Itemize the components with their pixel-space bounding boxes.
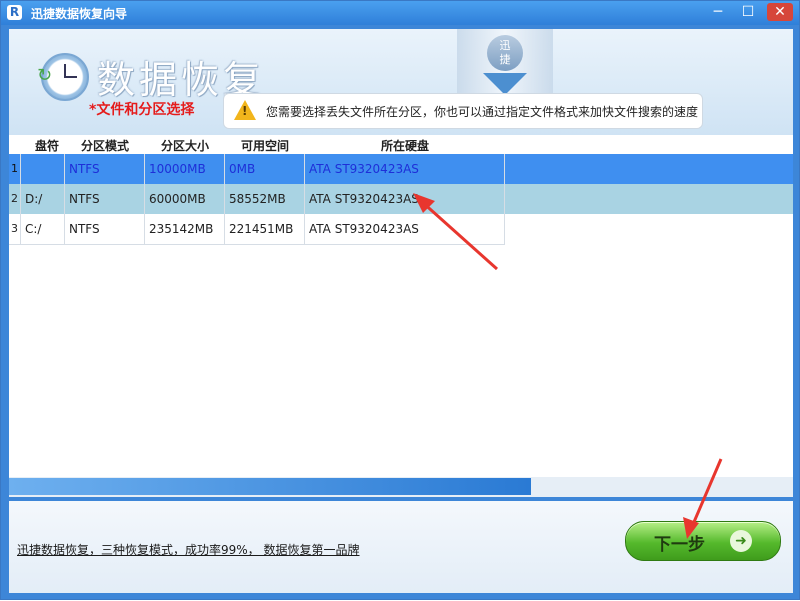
annotation-arrows bbox=[413, 193, 723, 539]
annotation-arrow-row bbox=[413, 193, 499, 271]
app-window: R 迅捷数据恢复向导 ─ ☐ ✕ ↻ 数据恢复 迅 捷 *文件和分区选择 ! 您… bbox=[0, 0, 800, 600]
annotation-arrow-next bbox=[683, 458, 723, 539]
